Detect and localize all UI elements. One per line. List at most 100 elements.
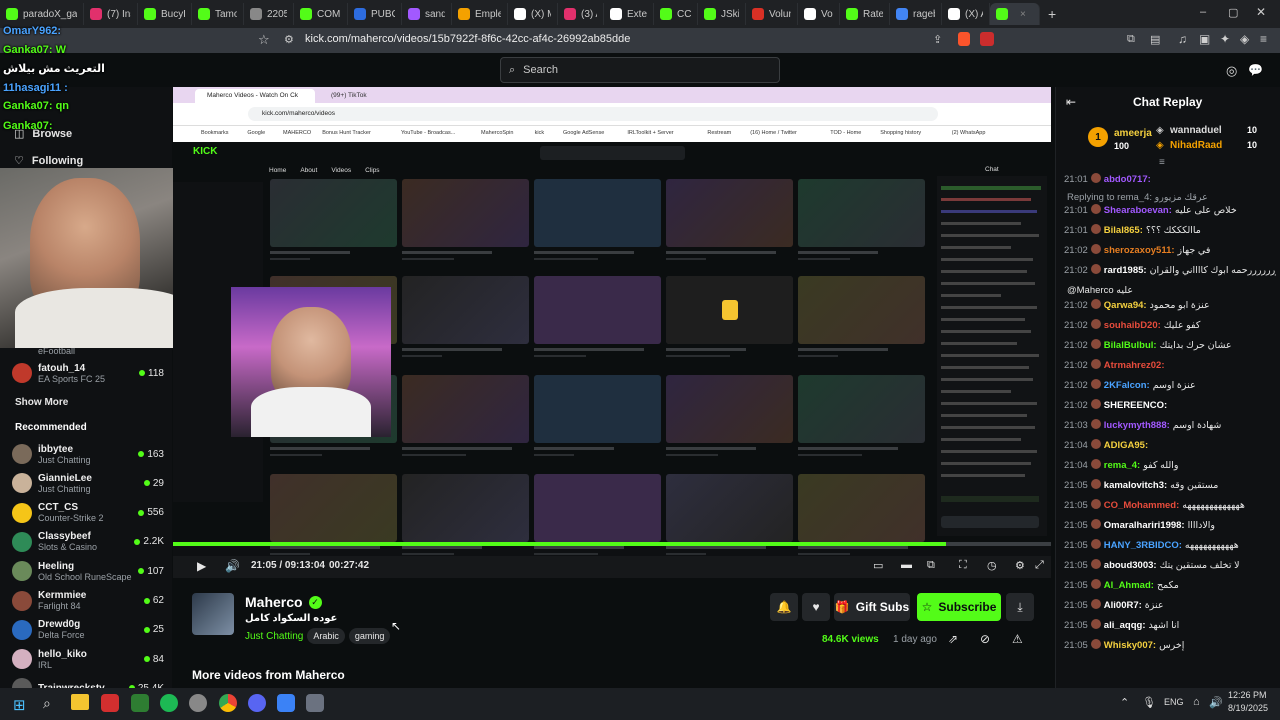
- chat-message[interactable]: 21:05 HANY_3RBIDCO: هههههههههههه: [1064, 539, 1276, 552]
- close-tab-icon[interactable]: ×: [1020, 9, 1026, 20]
- channel-avatar[interactable]: [192, 593, 234, 635]
- chat-username[interactable]: HANY_3RBIDCO:: [1104, 540, 1182, 551]
- channel-name[interactable]: Maherco: [245, 594, 303, 610]
- chat-username[interactable]: BilalBulbul:: [1104, 340, 1157, 351]
- browser-tab[interactable]: Extern: [604, 3, 654, 25]
- collapse-chat-icon[interactable]: ⇤: [1066, 95, 1076, 109]
- mic-icon[interactable]: 🎙: [1142, 696, 1156, 709]
- subscribe-button[interactable]: ☆ Subscribe: [917, 593, 1001, 621]
- video-progress-bar[interactable]: [173, 542, 1051, 546]
- network-icon[interactable]: ⌂: [1193, 696, 1200, 708]
- vpn-icon[interactable]: ◈: [1240, 32, 1249, 46]
- report-icon[interactable]: ⚠: [1012, 632, 1023, 646]
- chat-username[interactable]: Shearaboevan:: [1104, 205, 1172, 216]
- category-link[interactable]: Just Chatting: [245, 631, 303, 642]
- volume-icon[interactable]: 🔊: [225, 559, 240, 573]
- browser-tab[interactable]: ×: [990, 3, 1040, 25]
- chat-message[interactable]: 21:05 Whisky007: إخرس: [1064, 639, 1276, 652]
- chat-username[interactable]: ADIGA95:: [1104, 440, 1148, 451]
- browser-tab[interactable]: Volum: [746, 3, 798, 25]
- share-icon[interactable]: ⇪: [933, 33, 942, 46]
- minimize-icon[interactable]: –: [1200, 6, 1206, 18]
- app-store-icon[interactable]: [131, 694, 149, 712]
- expand-pinned-icon[interactable]: ≡: [1159, 157, 1165, 168]
- browser-tab[interactable]: JSkill: [698, 3, 746, 25]
- chat-message[interactable]: 21:01 Shearaboevan: خلاص على عليه: [1064, 204, 1276, 217]
- browser-tab[interactable]: Vo: [798, 3, 840, 25]
- share-video-icon[interactable]: ⇗: [948, 632, 958, 646]
- address-url[interactable]: kick.com/maherco/videos/15b7922f-8f6c-42…: [305, 33, 630, 45]
- chat-message[interactable]: 21:02 Atrmahrez02:: [1064, 359, 1276, 372]
- sidebar-channel-item[interactable]: CCT_CS Counter-Strike 2 556: [12, 499, 164, 527]
- chat-username[interactable]: Ali00R7:: [1104, 600, 1142, 611]
- browser-tab[interactable]: (X) Me: [508, 3, 558, 25]
- chat-message[interactable]: 21:05 Omaralhariri1998: والاداااا: [1064, 519, 1276, 532]
- sidebar-channel-item[interactable]: GiannieLee Just Chatting 29: [12, 469, 164, 497]
- menu-icon[interactable]: ≡: [1260, 32, 1267, 46]
- chat-username[interactable]: SHEREENCO:: [1104, 400, 1167, 411]
- chat-username[interactable]: Al_Ahmad:: [1104, 580, 1154, 591]
- chat-message[interactable]: 21:05 ali_aqqg: انا اشهد: [1064, 619, 1276, 632]
- browser-tab[interactable]: 2205: [244, 3, 294, 25]
- rewards-icon[interactable]: [980, 32, 994, 46]
- notifications-icon[interactable]: ◎: [1226, 63, 1237, 79]
- follow-button[interactable]: ♥: [802, 593, 830, 621]
- browser-tab[interactable]: PUBG: [348, 3, 402, 25]
- language-indicator[interactable]: ENG: [1164, 697, 1184, 707]
- chat-message[interactable]: 21:05 Al_Ahmad: مكمح: [1064, 579, 1276, 592]
- chat-message[interactable]: 21:05 Ali00R7: عنزة: [1064, 599, 1276, 612]
- download-button[interactable]: ⤓: [1006, 593, 1034, 621]
- notification-bell-button[interactable]: 🔔: [770, 593, 798, 621]
- browser-tab[interactable]: COM: [294, 3, 348, 25]
- chat-message[interactable]: 21:02 BilalBulbul: عشان حرك بدايتك: [1064, 339, 1276, 352]
- search-input[interactable]: ⌕ Search: [500, 57, 780, 83]
- chat-message[interactable]: 21:02 SHEREENCO:: [1064, 399, 1276, 412]
- chat-username[interactable]: luckymyth888:: [1104, 420, 1170, 431]
- chat-username[interactable]: rard1985:: [1104, 265, 1147, 276]
- chat-username[interactable]: Omaralhariri1998:: [1104, 520, 1185, 531]
- tray-chevron-icon[interactable]: ⌃: [1120, 696, 1129, 709]
- bookmark-star-icon[interactable]: ☆: [258, 32, 270, 48]
- sidebar-channel-item[interactable]: ibbytee Just Chatting 163: [12, 440, 164, 468]
- brave-shield-icon[interactable]: [958, 32, 970, 46]
- maximize-icon[interactable]: ▢: [1228, 6, 1238, 19]
- app-red-icon[interactable]: [101, 694, 119, 712]
- tag-gaming[interactable]: gaming: [348, 628, 391, 644]
- media-icon[interactable]: ♫: [1178, 32, 1187, 46]
- chat-username[interactable]: Bilal865:: [1104, 225, 1143, 236]
- chat-message[interactable]: 21:02 rard1985: ررررررررحمه ابوك كااااني و…: [1064, 264, 1276, 277]
- chat-message[interactable]: 21:05 kamalovitch3: مستقين وقه: [1064, 479, 1276, 492]
- chat-message[interactable]: 21:03 luckymyth888: شهادة اوسم: [1064, 419, 1276, 432]
- app-blue-icon[interactable]: [277, 694, 295, 712]
- chat-username[interactable]: Atrmahrez02:: [1104, 360, 1165, 371]
- chat-message[interactable]: Replying to rema_4: عرقك مزيورو: [1064, 191, 1276, 204]
- extensions-icon[interactable]: ⧉: [1127, 33, 1135, 46]
- clip-icon[interactable]: ▭: [873, 559, 883, 572]
- chat-username[interactable]: kamalovitch3:: [1104, 480, 1167, 491]
- chat-message[interactable]: 21:01 Bilal865: ماالكككك ؟؟؟: [1064, 224, 1276, 237]
- chat-message[interactable]: 21:02 2KFalcon: عنزة اوسم: [1064, 379, 1276, 392]
- chat-username[interactable]: ali_aqqg:: [1104, 620, 1146, 631]
- browser-tab[interactable]: Emple: [452, 3, 508, 25]
- play-icon[interactable]: ▶: [197, 559, 206, 573]
- sidebar-channel-item[interactable]: Kermmiee Farlight 84 62: [12, 587, 164, 615]
- browser-tab[interactable]: rageb: [890, 3, 942, 25]
- app-dark-icon[interactable]: [306, 694, 324, 712]
- windows-start-icon[interactable]: ⊞: [13, 696, 26, 714]
- chat-username[interactable]: abdo0717:: [1104, 174, 1151, 185]
- chat-username[interactable]: Qarwa94:: [1104, 300, 1147, 311]
- clock-date[interactable]: 8/19/2025: [1228, 703, 1268, 713]
- browser-tab[interactable]: sandr: [402, 3, 452, 25]
- chat-message[interactable]: 21:04 rema_4: والله كفو: [1064, 459, 1276, 472]
- clock-time[interactable]: 12:26 PM: [1228, 690, 1267, 700]
- leo-icon[interactable]: ✦: [1220, 32, 1230, 46]
- chat-message[interactable]: 21:04 ADIGA95:: [1064, 439, 1276, 452]
- chat-message[interactable]: 21:05 CO_Mohammed: هههههههههههههه: [1064, 499, 1276, 512]
- settings-icon[interactable]: ⚙: [1015, 559, 1025, 572]
- sidebar-channel-item[interactable]: fatouh_14 EA Sports FC 25 118: [12, 359, 164, 387]
- browser-tab[interactable]: CC: [654, 3, 698, 25]
- app-gray-icon[interactable]: [189, 694, 207, 712]
- chat-username[interactable]: souhaibD20:: [1104, 320, 1161, 331]
- theater-icon[interactable]: ▬: [901, 559, 912, 571]
- pip-icon[interactable]: ⧉: [927, 559, 935, 572]
